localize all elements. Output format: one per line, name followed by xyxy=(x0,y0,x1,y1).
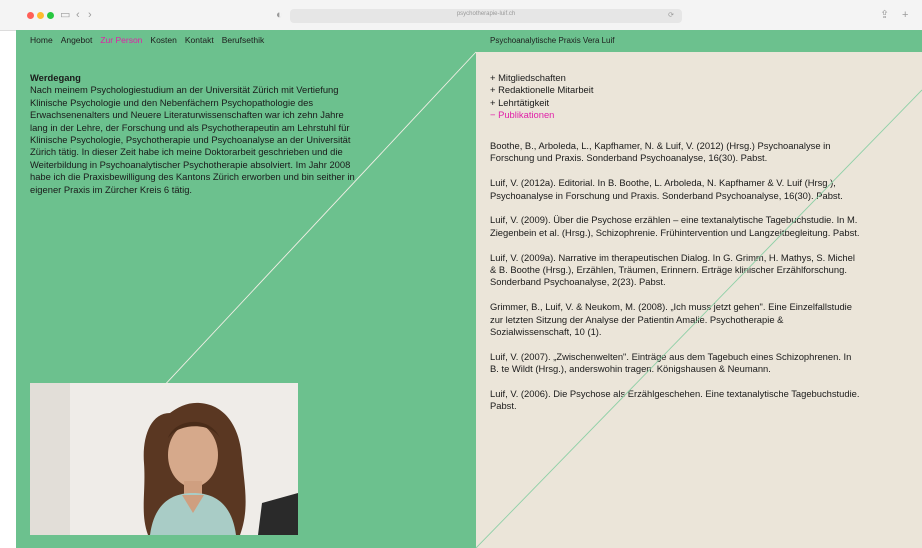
right-panel: Psychoanalytische Praxis Vera Luif + Mit… xyxy=(476,30,922,548)
nav-home[interactable]: Home xyxy=(30,35,53,45)
person-submenu: + Mitgliedschaften + Redaktionelle Mitar… xyxy=(490,72,593,122)
nav-berufsethik[interactable]: Berufsethik xyxy=(222,35,265,45)
main-navigation: Home Angebot Zur Person Kosten Kontakt B… xyxy=(30,35,264,45)
publication-list: Boothe, B., Arboleda, L., Kapfhamer, N. … xyxy=(490,140,862,425)
back-icon[interactable]: ‹ xyxy=(76,8,80,22)
menu-publikationen[interactable]: − Publikationen xyxy=(490,109,593,121)
menu-redaktionelle-mitarbeit[interactable]: + Redaktionelle Mitarbeit xyxy=(490,84,593,96)
publication-item: Luif, V. (2006). Die Psychose als Erzähl… xyxy=(490,388,860,412)
minimize-window-button[interactable] xyxy=(37,12,44,19)
sidebar-toggle-icon[interactable]: ▭ xyxy=(60,8,70,22)
publication-item: Boothe, B., Arboleda, L., Kapfhamer, N. … xyxy=(490,140,831,164)
nav-kontakt[interactable]: Kontakt xyxy=(185,35,214,45)
left-panel: Home Angebot Zur Person Kosten Kontakt B… xyxy=(16,30,476,548)
new-tab-icon[interactable]: + xyxy=(902,8,908,22)
maximize-window-button[interactable] xyxy=(47,12,54,19)
werdegang-title: Werdegang xyxy=(30,72,81,83)
forward-icon[interactable]: › xyxy=(88,8,92,22)
menu-mitgliedschaften[interactable]: + Mitgliedschaften xyxy=(490,72,593,84)
publication-item: Grimmer, B., Luif, V. & Neukom, M. (2008… xyxy=(490,301,852,338)
share-icon[interactable]: ⇪ xyxy=(880,8,889,22)
werdegang-section: Werdegang Nach meinem Psychologiestudium… xyxy=(30,72,360,196)
translate-icon[interactable]: ⟳ xyxy=(668,11,674,19)
portrait-photo xyxy=(30,383,298,535)
publication-item: Luif, V. (2007). „Zwischenwelten". Eintr… xyxy=(490,350,852,375)
menu-lehrtaetigkeit[interactable]: + Lehrtätigkeit xyxy=(490,97,593,109)
nav-angebot[interactable]: Angebot xyxy=(61,35,93,45)
practice-name: Psychoanalytische Praxis Vera Luif xyxy=(490,36,615,45)
browser-toolbar: ▭ ‹ › ◐ psychotherapie-luif.ch ⟳ ⇪ + xyxy=(0,0,922,31)
url-text: psychotherapie-luif.ch xyxy=(456,11,516,17)
address-bar[interactable]: psychotherapie-luif.ch ⟳ xyxy=(290,9,682,23)
nav-zur-person[interactable]: Zur Person xyxy=(100,35,142,45)
publication-item: Luif, V. (2009a). Narrative im therapeut… xyxy=(490,251,855,288)
werdegang-text: Nach meinem Psychologiestudium an der Un… xyxy=(30,84,355,195)
privacy-shield-icon[interactable]: ◐ xyxy=(276,8,283,22)
nav-kosten[interactable]: Kosten xyxy=(150,35,176,45)
close-window-button[interactable] xyxy=(27,12,34,19)
publication-item: Luif, V. (2012a). Editorial. In B. Booth… xyxy=(490,177,843,201)
practice-header: Psychoanalytische Praxis Vera Luif xyxy=(476,30,922,52)
publication-item: Luif, V. (2009). Über die Psychose erzäh… xyxy=(490,214,860,238)
